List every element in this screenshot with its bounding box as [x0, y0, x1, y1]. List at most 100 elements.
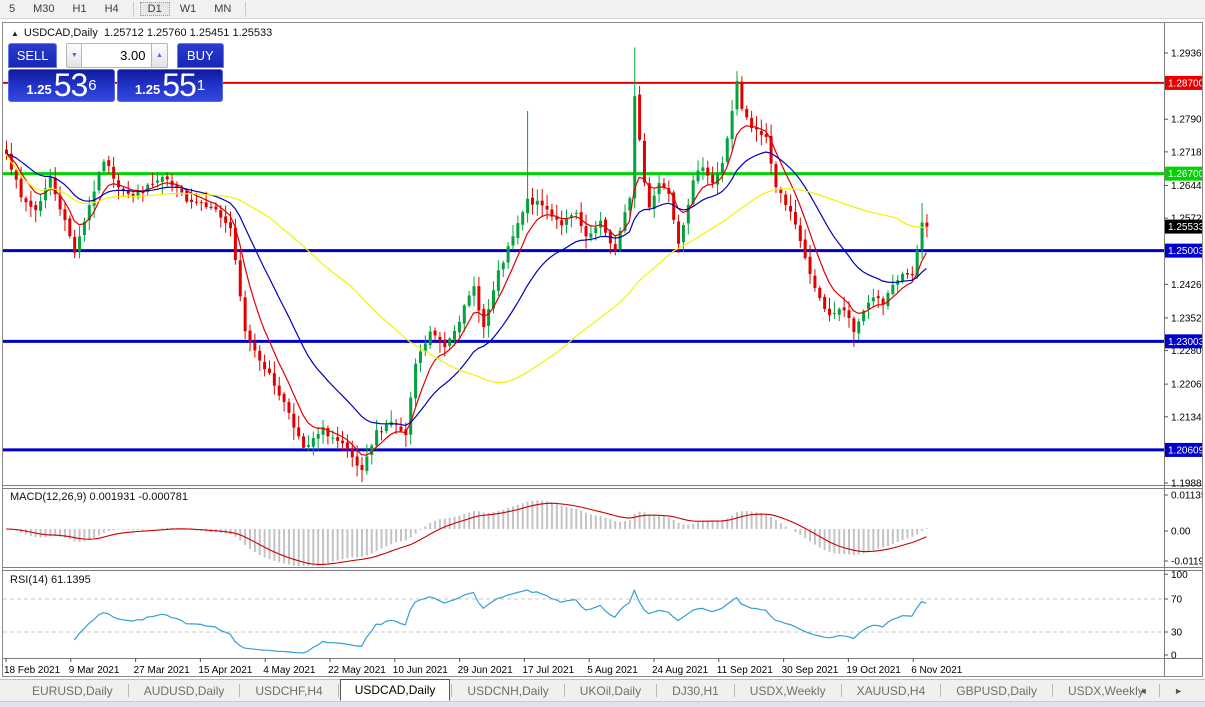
svg-text:1.23520: 1.23520 [1171, 313, 1202, 324]
macd-histogram [7, 500, 927, 566]
svg-text:1.24260: 1.24260 [1171, 280, 1202, 291]
tab-audusd-daily[interactable]: AUDUSD,Daily [130, 681, 239, 701]
chart-canvas[interactable]: 1.293601.279001.271801.264401.257201.242… [3, 23, 1202, 676]
timeframe-d1-button[interactable]: D1 [140, 2, 170, 16]
buy-button[interactable]: BUY [177, 43, 224, 68]
svg-text:1.23003: 1.23003 [1168, 337, 1202, 348]
timeframe-h1-button[interactable]: H1 [65, 2, 95, 16]
svg-text:1.22060: 1.22060 [1171, 380, 1202, 391]
tab-separator [841, 684, 842, 697]
ma-fast-line [6, 126, 926, 455]
svg-text:0.00: 0.00 [1171, 527, 1191, 538]
tab-separator [656, 684, 657, 697]
tab-scroll-arrows[interactable]: ◄ ► [1139, 686, 1195, 696]
svg-text:15 Apr 2021: 15 Apr 2021 [198, 665, 252, 676]
chart-symbol-period: USDCAD,Daily [24, 27, 98, 39]
svg-text:0: 0 [1171, 651, 1177, 662]
horizontal-level-lines [3, 83, 1164, 450]
svg-text:29 Jun 2021: 29 Jun 2021 [458, 665, 513, 676]
price-axis-ticks: 1.293601.279001.271801.264401.257201.242… [1164, 49, 1202, 490]
svg-text:1.21340: 1.21340 [1171, 412, 1202, 423]
svg-text:22 May 2021: 22 May 2021 [328, 665, 386, 676]
chart-tab-bar: EURUSD,DailyAUDUSD,DailyUSDCHF,H4USDCAD,… [0, 679, 1205, 701]
svg-text:30 Sep 2021: 30 Sep 2021 [782, 665, 839, 676]
tab-usdcnh-daily[interactable]: USDCNH,Daily [453, 681, 562, 701]
ask-price-prefix: 1.25 [135, 80, 160, 100]
svg-text:6 Nov 2021: 6 Nov 2021 [911, 665, 963, 676]
ma-slow-line [6, 154, 926, 382]
svg-text:11 Sep 2021: 11 Sep 2021 [717, 665, 773, 676]
window-bottom-strip [0, 701, 1205, 707]
ask-price-point: 1 [197, 70, 205, 102]
tab-separator [239, 684, 240, 697]
tab-separator [1052, 684, 1053, 697]
svg-text:70: 70 [1171, 595, 1183, 606]
svg-text:30: 30 [1171, 628, 1183, 639]
candles-series [5, 48, 928, 483]
timeframe-h4-button[interactable]: H4 [97, 2, 127, 16]
svg-text:1.20609: 1.20609 [1168, 445, 1202, 456]
one-click-trading-widget: SELL ▼ ▲ BUY 1.25 53 6 1.25 55 1 [8, 43, 224, 102]
ma-mid-line [6, 152, 926, 425]
tab-gbpusd-daily[interactable]: GBPUSD,Daily [942, 681, 1051, 701]
bid-price-tile[interactable]: 1.25 53 6 [8, 69, 115, 102]
tab-ukoil-daily[interactable]: UKOil,Daily [566, 681, 655, 701]
bid-price-point: 6 [88, 70, 96, 102]
bid-price-prefix: 1.25 [26, 80, 51, 100]
tab-usdx-weekly[interactable]: USDX,Weekly [736, 681, 840, 701]
volume-decrease-button[interactable]: ▼ [66, 43, 82, 68]
svg-text:-0.01190: -0.01190 [1171, 557, 1202, 568]
timeframe-5-button[interactable]: 5 [1, 2, 23, 16]
tab-separator [734, 684, 735, 697]
chart-title: ▲ USDCAD,Daily 1.25712 1.25760 1.25451 1.… [11, 27, 272, 39]
svg-text:19 Oct 2021: 19 Oct 2021 [846, 665, 901, 676]
tab-usdcad-daily[interactable]: USDCAD,Daily [340, 679, 451, 701]
tab-eurusd-daily[interactable]: EURUSD,Daily [18, 681, 127, 701]
chart-window: 1.293601.279001.271801.264401.257201.242… [2, 22, 1203, 677]
volume-increase-button[interactable]: ▲ [151, 43, 167, 68]
svg-text:4 May 2021: 4 May 2021 [263, 665, 316, 676]
svg-text:10 Jun 2021: 10 Jun 2021 [393, 665, 448, 676]
tab-separator [451, 684, 452, 697]
chart-ohlc-values: 1.25712 1.25760 1.25451 1.25533 [104, 27, 272, 39]
svg-text:1.25003: 1.25003 [1168, 246, 1202, 257]
trading-app: 5M30H1H4D1W1MN 1.293601.279001.271801.26… [0, 0, 1205, 707]
volume-input[interactable] [82, 43, 151, 68]
collapse-panel-icon[interactable]: ▲ [11, 29, 19, 38]
svg-text:1.27180: 1.27180 [1171, 147, 1202, 158]
timeframe-toolbar: 5M30H1H4 D1W1MN [0, 0, 1205, 19]
indicator-axis-ticks: 0.01135 0.00 -0.01190 100 70 30 0 [1164, 491, 1202, 662]
svg-text:0.01135: 0.01135 [1171, 491, 1202, 502]
svg-text:27 Mar 2021: 27 Mar 2021 [134, 665, 191, 676]
toolbar-separator [245, 2, 246, 17]
bid-price-pips: 53 [54, 70, 88, 100]
svg-text:1.29360: 1.29360 [1171, 49, 1202, 60]
svg-text:1.26700: 1.26700 [1168, 169, 1202, 180]
tab-separator [338, 684, 339, 697]
timeframe-mn-button[interactable]: MN [206, 2, 239, 16]
ask-price-pips: 55 [162, 70, 196, 100]
svg-text:1.28700: 1.28700 [1168, 78, 1202, 89]
ask-price-tile[interactable]: 1.25 55 1 [117, 69, 223, 102]
svg-text:17 Jul 2021: 17 Jul 2021 [522, 665, 574, 676]
svg-text:100: 100 [1171, 570, 1188, 581]
tab-dj30-h1[interactable]: DJ30,H1 [658, 681, 733, 701]
svg-text:24 Aug 2021: 24 Aug 2021 [652, 665, 709, 676]
svg-text:18 Feb 2021: 18 Feb 2021 [4, 665, 61, 676]
svg-text:5 Aug 2021: 5 Aug 2021 [587, 665, 638, 676]
sell-button[interactable]: SELL [8, 43, 57, 68]
tab-usdchf-h4[interactable]: USDCHF,H4 [241, 681, 336, 701]
svg-text:1.19880: 1.19880 [1171, 478, 1202, 489]
timeframe-w1-button[interactable]: W1 [172, 2, 205, 16]
tab-separator [940, 684, 941, 697]
macd-indicator-label: MACD(12,26,9) 0.001931 -0.000781 [10, 491, 188, 503]
tab-separator [564, 684, 565, 697]
macd-signal-line [6, 503, 926, 564]
svg-text:1.26440: 1.26440 [1171, 181, 1202, 192]
rsi-indicator-label: RSI(14) 61.1395 [10, 574, 91, 586]
toolbar-separator [133, 2, 134, 17]
timeframe-m30-button[interactable]: M30 [25, 2, 62, 16]
tab-separator [128, 684, 129, 697]
tab-xauusd-h4[interactable]: XAUUSD,H4 [843, 681, 940, 701]
svg-text:1.25533: 1.25533 [1168, 222, 1202, 233]
